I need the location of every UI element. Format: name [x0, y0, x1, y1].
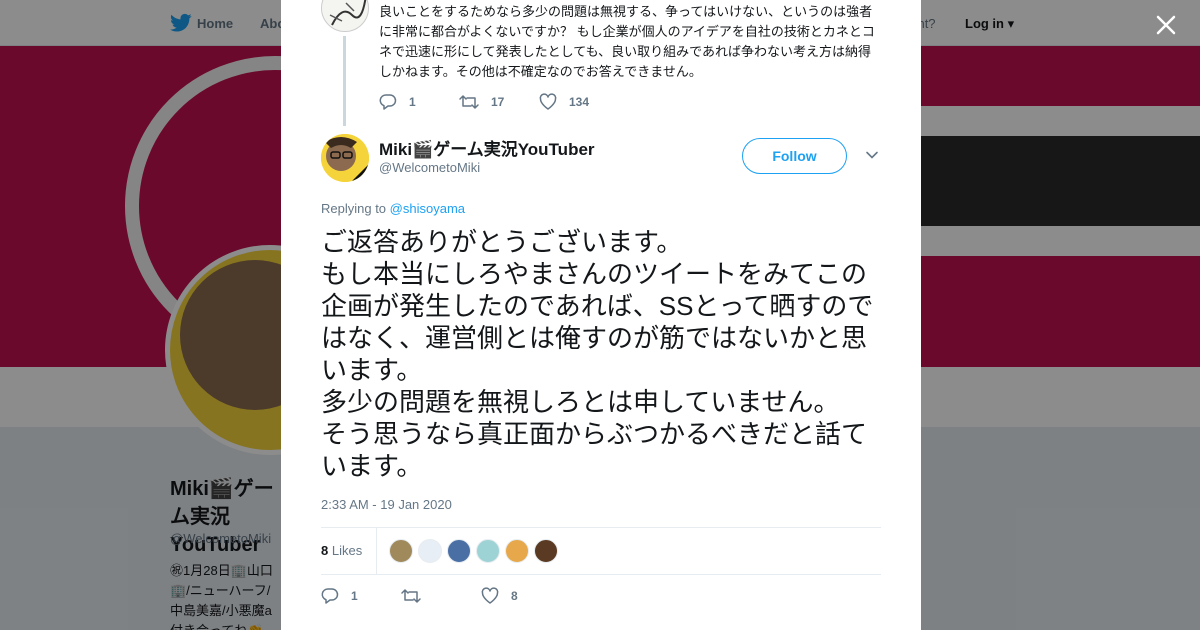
- close-icon[interactable]: [1152, 11, 1180, 39]
- parent-author-avatar[interactable]: [321, 0, 369, 32]
- parent-like-count: 134: [569, 95, 590, 109]
- replying-prefix: Replying to: [321, 201, 387, 216]
- follow-button[interactable]: Follow: [742, 138, 847, 174]
- author-name[interactable]: Miki🎬ゲーム実況YouTuber: [379, 135, 595, 160]
- tweet-text: ご返答ありがとうございます。 もし本当にしろやまさんのツイートをみてこの企画が発…: [321, 227, 874, 481]
- reply-button[interactable]: 1: [321, 586, 358, 606]
- like-count: 8: [511, 589, 518, 603]
- liker-avatar[interactable]: [418, 539, 442, 563]
- retweet-icon: [459, 95, 479, 109]
- retweet-icon: [401, 589, 421, 603]
- heart-icon: [539, 93, 557, 110]
- tweet-permalink-modal: 良いことをするためなら多少の問題は無視する、争ってはいけない、というのは強者に非…: [281, 0, 921, 630]
- chevron-down-icon[interactable]: [865, 148, 879, 162]
- likes-stat[interactable]: 8 Likes: [321, 543, 362, 558]
- parent-reply-count: 1: [409, 95, 416, 109]
- parent-like-button[interactable]: 134: [539, 92, 589, 112]
- author-handle[interactable]: @WelcometoMiki: [379, 160, 480, 175]
- reply-count: 1: [351, 589, 358, 603]
- tweet-timestamp[interactable]: 2:33 AM - 19 Jan 2020: [321, 497, 452, 512]
- parent-retweet-count: 17: [491, 95, 505, 109]
- reply-icon: [321, 588, 339, 604]
- tweet-stats: 8 Likes: [321, 527, 881, 575]
- heart-icon: [481, 587, 499, 604]
- liker-avatar[interactable]: [476, 539, 500, 563]
- replying-to: Replying to @shisoyama: [321, 201, 465, 216]
- parent-retweet-button[interactable]: 17: [459, 92, 504, 112]
- replying-to-link[interactable]: @shisoyama: [390, 201, 465, 216]
- liker-avatars: [389, 539, 558, 563]
- parent-tweet-text: 良いことをするためなら多少の問題は無視する、争ってはいけない、というのは強者に非…: [379, 4, 875, 79]
- tweet-actions: 1 8: [321, 586, 621, 606]
- likes-label: Likes: [331, 543, 363, 558]
- retweet-button[interactable]: [401, 586, 433, 606]
- liker-avatar[interactable]: [505, 539, 529, 563]
- thread-connector: [343, 36, 346, 126]
- author-avatar[interactable]: [321, 134, 369, 182]
- ink-painting-icon: [322, 0, 368, 31]
- likes-count: 8: [321, 543, 329, 558]
- liker-avatar[interactable]: [389, 539, 413, 563]
- liker-avatar[interactable]: [534, 539, 558, 563]
- stats-divider: [376, 528, 377, 574]
- parent-reply-button[interactable]: 1: [379, 92, 416, 112]
- avatar-photo-icon: [321, 134, 369, 182]
- like-button[interactable]: 8: [481, 586, 518, 606]
- parent-tweet-actions: 1 17 134: [379, 92, 679, 112]
- liker-avatar[interactable]: [447, 539, 471, 563]
- reply-icon: [379, 94, 397, 110]
